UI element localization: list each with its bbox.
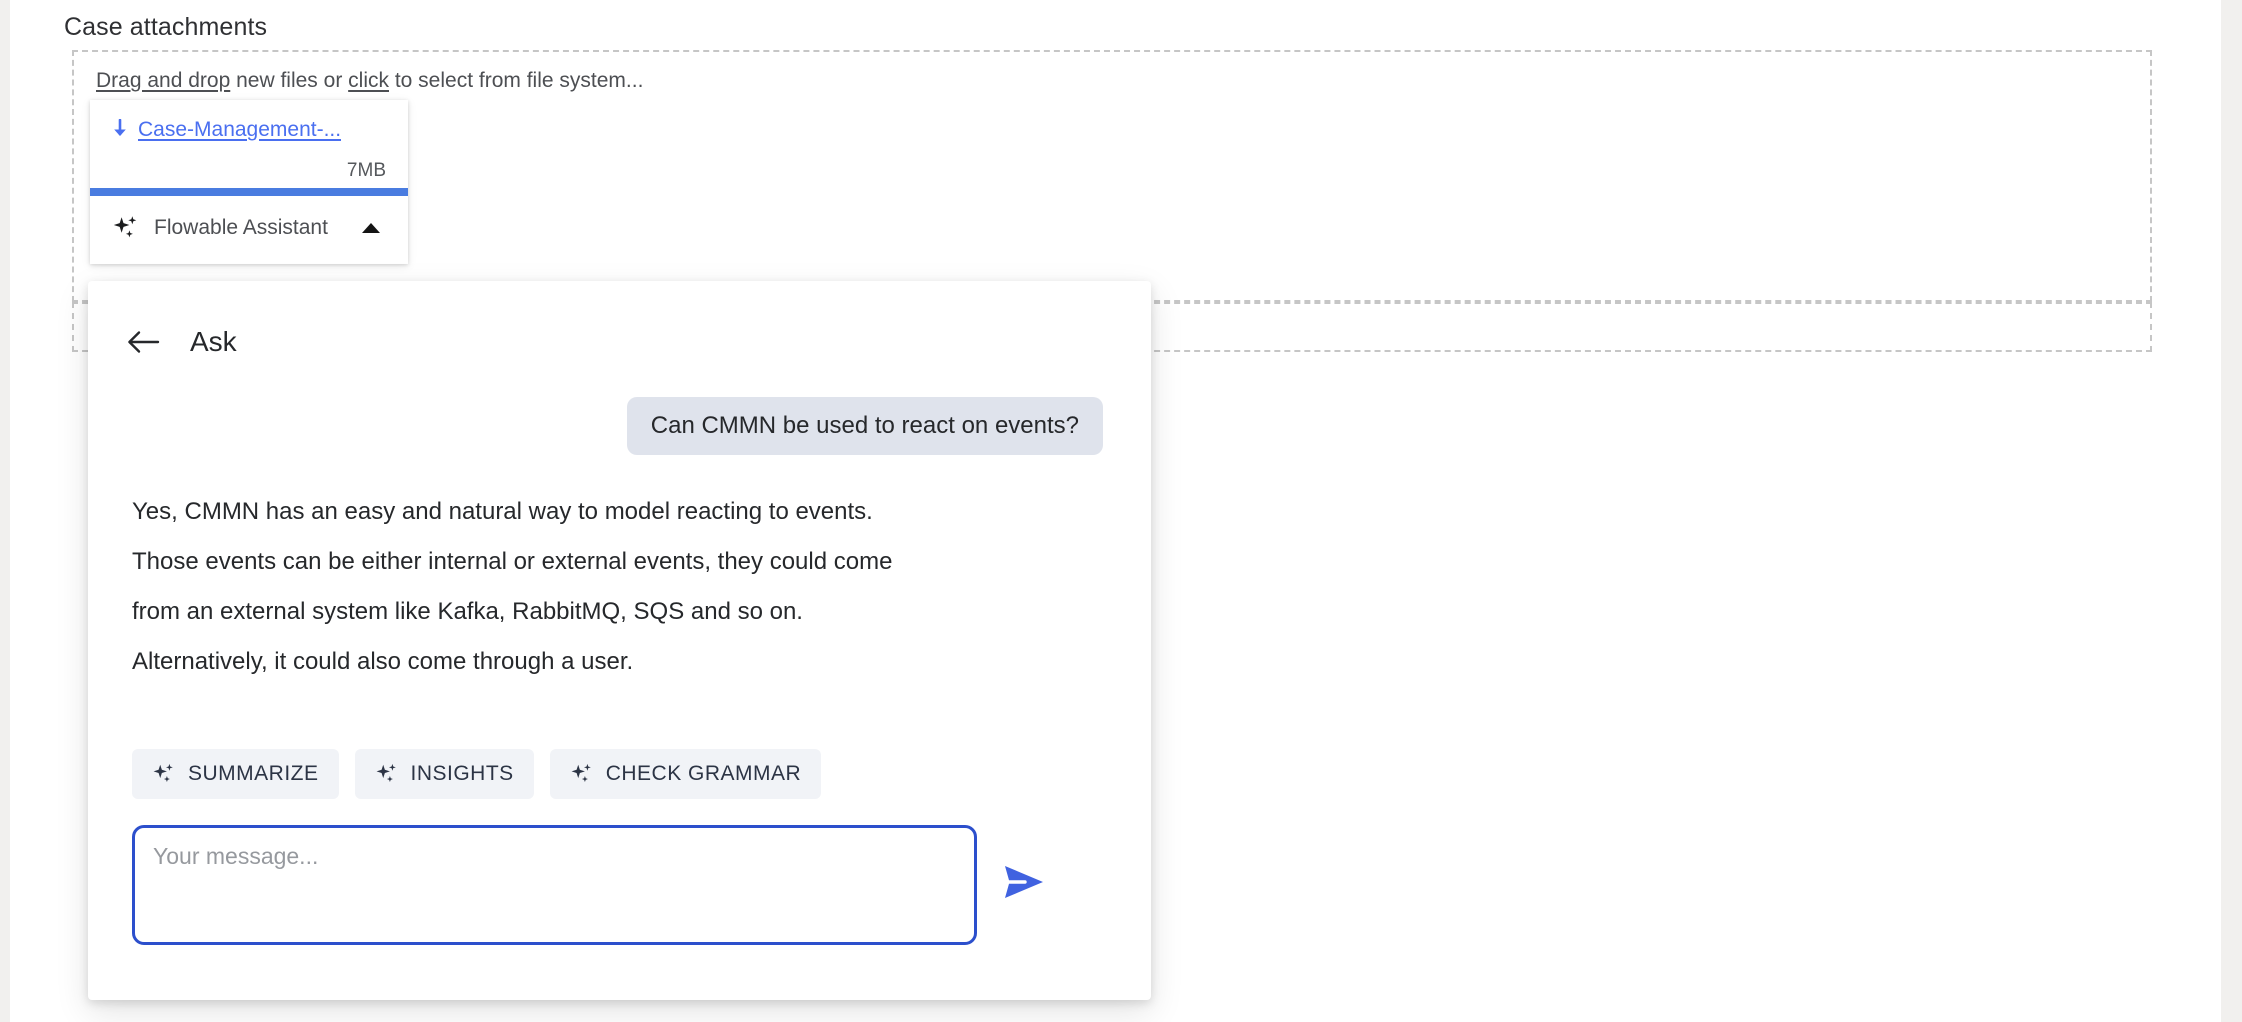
insights-button[interactable]: INSIGHTS (354, 749, 534, 799)
chat-header: Ask (88, 281, 1151, 367)
app-root: Case attachments Drag and drop new files… (0, 0, 2242, 1022)
check-grammar-button[interactable]: CHECK GRAMMAR (549, 749, 822, 799)
attachment-file-name-link[interactable]: Case-Management-... (138, 118, 341, 142)
sparkle-icon (571, 763, 591, 783)
page-title: Case attachments (64, 13, 268, 41)
quick-action-row: SUMMARIZE INSIGHTS CHECK GRAMMAR (88, 749, 1151, 799)
assistant-chat-panel: Ask Can CMMN be used to react on events?… (88, 281, 1151, 1000)
send-icon (1005, 866, 1043, 898)
dropzone-hint-suffix: to select from file system... (389, 69, 644, 92)
sparkle-icon (376, 763, 396, 783)
flowable-assistant-toggle[interactable]: Flowable Assistant (90, 196, 408, 264)
caret-up-icon[interactable] (362, 223, 380, 233)
chat-message-list: Can CMMN be used to react on events? Yes… (88, 367, 1151, 687)
flowable-assistant-label: Flowable Assistant (154, 216, 328, 239)
summarize-button[interactable]: SUMMARIZE (132, 749, 339, 799)
message-composer (88, 799, 1151, 945)
dropzone-hint-middle: new files or (230, 69, 349, 92)
click-to-select-link[interactable]: click (348, 69, 389, 92)
send-button[interactable] (1001, 861, 1047, 903)
attachment-card-body: Case-Management-... 7MB (90, 100, 408, 188)
attachment-progress-fill (90, 188, 408, 196)
attachment-progress-bar (90, 188, 408, 196)
attachment-card: Case-Management-... 7MB Flowable Assista… (90, 100, 408, 264)
check-grammar-button-label: CHECK GRAMMAR (605, 762, 802, 785)
summarize-button-label: SUMMARIZE (188, 762, 319, 785)
message-input[interactable] (132, 825, 977, 945)
download-arrow-icon (114, 119, 126, 136)
user-message-row: Can CMMN be used to react on events? (132, 397, 1103, 455)
chat-title: Ask (190, 326, 237, 357)
dropzone-hint: Drag and drop new files or click to sele… (96, 68, 643, 94)
drag-and-drop-link[interactable]: Drag and drop (96, 69, 230, 92)
attachment-file-size: 7MB (346, 160, 386, 181)
sparkle-icon (113, 216, 137, 238)
arrow-left-icon[interactable] (126, 327, 160, 357)
user-message-bubble: Can CMMN be used to react on events? (626, 397, 1103, 455)
insights-button-label: INSIGHTS (410, 762, 514, 785)
assistant-message-text: Yes, CMMN has an easy and natural way to… (132, 498, 893, 675)
attachment-file-row: Case-Management-... (112, 118, 386, 142)
sparkle-icon (153, 763, 173, 783)
content-panel: Case attachments Drag and drop new files… (10, 0, 2221, 1022)
